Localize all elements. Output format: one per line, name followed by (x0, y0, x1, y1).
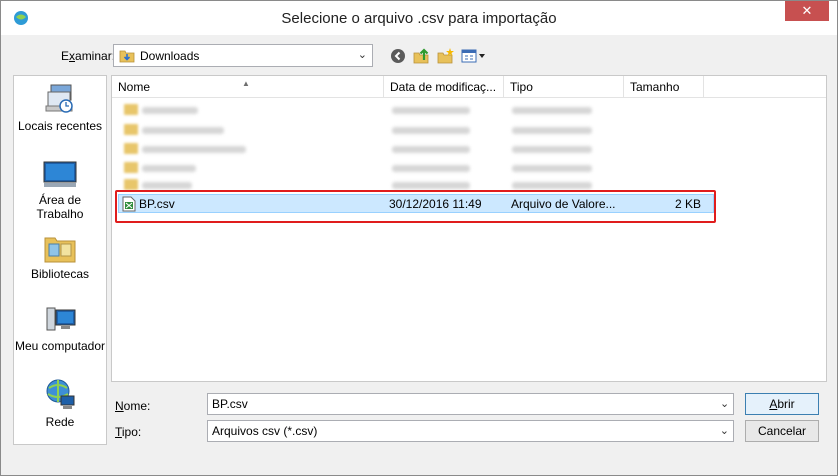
place-label: Área de Trabalho (36, 193, 84, 221)
place-network[interactable]: Rede (14, 378, 106, 429)
list-item[interactable] (120, 159, 820, 177)
computer-icon (46, 307, 76, 331)
filetype-dropdown[interactable]: Arquivos csv (*.csv) ⌄ (207, 420, 734, 442)
places-bar: Locais recentes Área de Trabalho Bibliot… (13, 75, 107, 445)
filename-input[interactable] (207, 393, 734, 415)
window-title: Selecione o arquivo .csv para importação (281, 10, 557, 27)
libraries-icon (44, 237, 76, 263)
place-label: Rede (45, 415, 75, 429)
chevron-down-icon: ⌄ (719, 425, 729, 437)
place-label: Meu computador (14, 339, 106, 353)
back-icon[interactable] (389, 47, 407, 65)
column-size[interactable]: Tamanho (624, 76, 704, 98)
toolbar (389, 46, 487, 66)
file-list[interactable]: Nome ▲ Data de modificaç... Tipo Tamanho … (111, 75, 827, 382)
list-item[interactable] (120, 121, 820, 139)
list-item[interactable] (120, 101, 820, 119)
place-recent[interactable]: Locais recentes (14, 82, 106, 133)
place-computer[interactable]: Meu computador (14, 306, 106, 353)
column-type[interactable]: Tipo (504, 76, 624, 98)
column-name[interactable]: Nome ▲ (112, 76, 384, 98)
chevron-down-icon: ⌄ (357, 49, 367, 61)
up-folder-icon[interactable] (413, 47, 431, 65)
close-button[interactable]: ✕ (785, 1, 829, 21)
view-menu-icon[interactable] (461, 47, 487, 65)
filetype-label: Tipo: (115, 425, 142, 439)
look-in-label: Examinar: (61, 49, 116, 63)
cancel-button[interactable]: Cancelar (745, 420, 819, 442)
location-dropdown[interactable]: Downloads ⌄ (113, 44, 373, 67)
place-label: Locais recentes (17, 119, 103, 133)
filename-label: Nome: (115, 399, 151, 413)
location-value: Downloads (140, 49, 200, 63)
column-modified[interactable]: Data de modificaç... (384, 76, 504, 98)
place-label: Bibliotecas (30, 267, 90, 281)
list-item[interactable] (120, 140, 820, 158)
place-desktop[interactable]: Área de Trabalho (14, 160, 106, 221)
sort-up-icon: ▲ (242, 79, 250, 88)
recent-places-icon (45, 84, 73, 113)
highlight-annotation (115, 190, 716, 223)
title-bar: Selecione o arquivo .csv para importação… (1, 1, 837, 35)
new-folder-icon[interactable] (437, 47, 455, 65)
place-libraries[interactable]: Bibliotecas (14, 232, 106, 281)
downloads-folder-icon (119, 50, 135, 63)
network-icon (46, 379, 75, 409)
file-open-dialog: Selecione o arquivo .csv para importação… (0, 0, 838, 476)
column-header: Nome ▲ Data de modificaç... Tipo Tamanho (112, 76, 826, 98)
filetype-value: Arquivos csv (*.csv) (212, 424, 318, 438)
desktop-icon (43, 161, 77, 187)
open-button[interactable]: Abrir (745, 393, 819, 415)
